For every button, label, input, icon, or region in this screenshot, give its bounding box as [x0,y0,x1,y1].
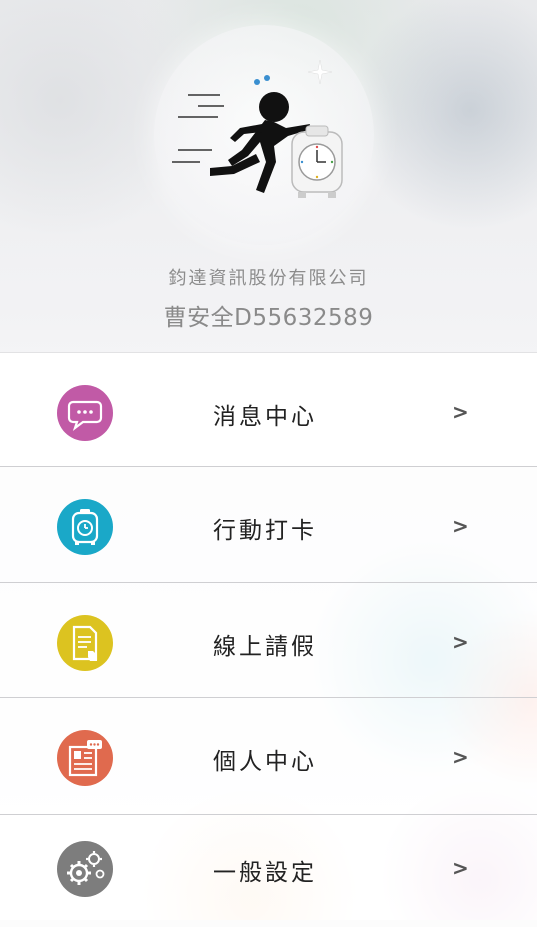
menu-item-label: 一般設定 [213,860,317,886]
menu-item-online-leave[interactable]: 線上請假 > [0,582,537,697]
chevron-right-icon: > [452,514,469,538]
company-name: 鈞達資訊股份有限公司 [168,268,369,289]
profile-card-icon [57,730,113,786]
menu-item-label: 消息中心 [213,404,317,430]
time-clock-icon [57,499,113,555]
menu-item-label: 行動打卡 [213,518,317,544]
menu-item-label: 個人中心 [213,749,317,775]
document-hand-icon [57,615,113,671]
chat-bubble-icon [57,385,113,441]
chevron-right-icon: > [452,745,469,769]
user-name-id: 曹安全D55632589 [163,305,374,331]
menu-item-personal-center[interactable]: 個人中心 > [0,697,537,814]
menu-item-mobile-punch[interactable]: 行動打卡 > [0,466,537,582]
chevron-right-icon: > [452,630,469,654]
menu-item-general-settings[interactable]: 一般設定 > [0,814,537,927]
menu-item-label: 線上請假 [213,634,317,660]
running-man-clock-logo-icon [172,59,343,198]
chevron-right-icon: > [452,400,469,424]
chevron-right-icon: > [452,856,469,880]
menu-item-messages[interactable]: 消息中心 > [0,352,537,466]
gears-icon [57,841,113,897]
main-menu: 消息中心 > 行動打卡 > 線上請假 > 個人中心 > 一般設定 > [0,352,537,927]
header: 鈞達資訊股份有限公司 曹安全D55632589 [0,0,537,356]
